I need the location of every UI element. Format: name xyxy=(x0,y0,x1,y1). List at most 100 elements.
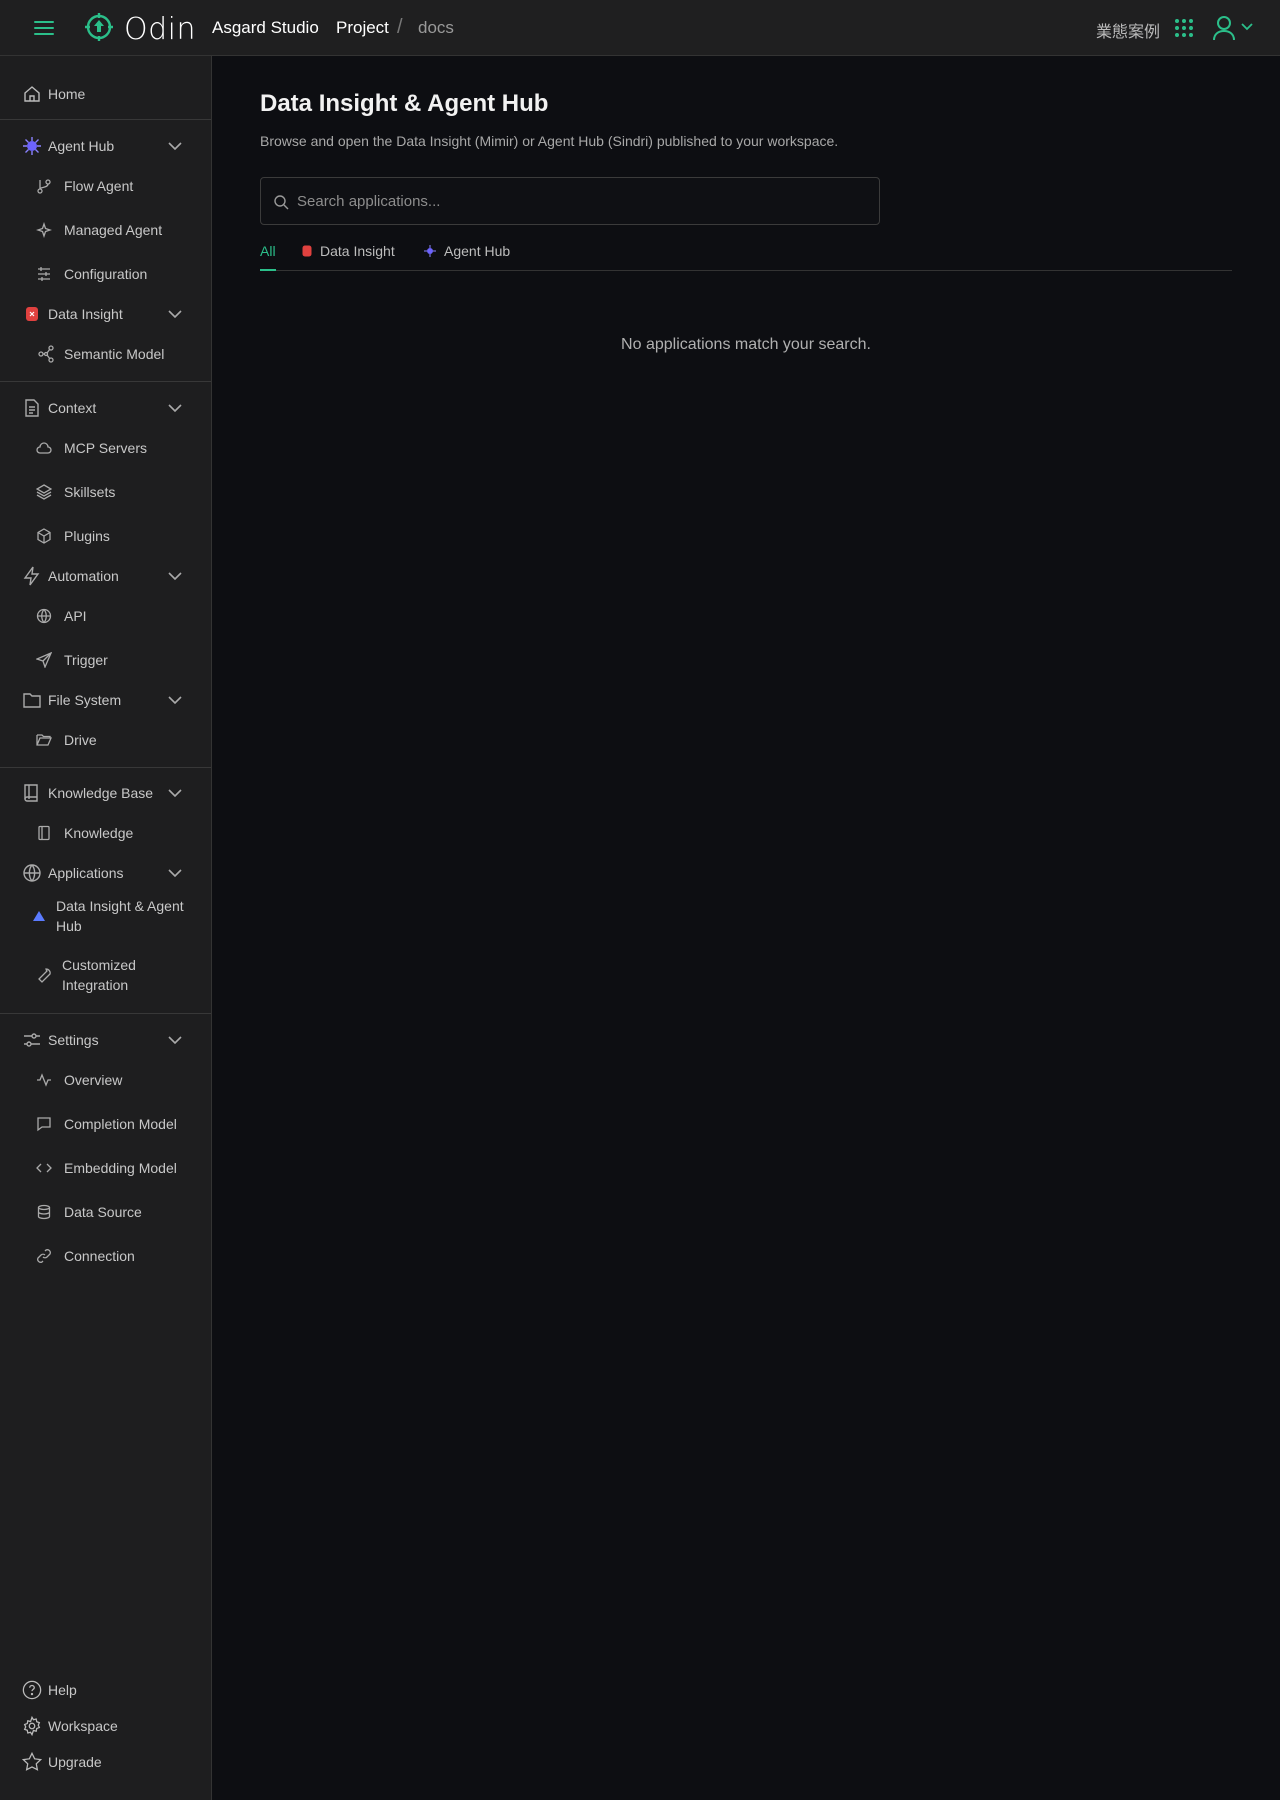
activity-icon xyxy=(36,1072,52,1088)
sidebar-item-managed-agent[interactable]: Managed Agent xyxy=(0,214,211,246)
chevron-down-icon[interactable] xyxy=(167,400,183,416)
sidebar-item-mcp-servers[interactable]: MCP Servers xyxy=(0,432,211,464)
menu-icon[interactable] xyxy=(32,17,56,39)
sidebar-item-help[interactable]: Help xyxy=(0,1676,211,1704)
sidebar-group-context[interactable]: Context xyxy=(0,392,211,424)
wrench-icon xyxy=(36,967,52,983)
sidebar-item-data-insight-agent-hub[interactable]: Data Insight & Agent Hub xyxy=(0,894,211,938)
studio-name[interactable]: Asgard Studio xyxy=(212,18,319,38)
sidebar-group-label: Settings xyxy=(48,1032,99,1048)
sidebar-item-connection[interactable]: Connection xyxy=(0,1240,211,1272)
chevron-down-icon[interactable] xyxy=(167,865,183,881)
breadcrumb-separator: / xyxy=(397,16,403,38)
link-icon xyxy=(36,1248,52,1264)
sidebar-item-label: Embedding Model xyxy=(64,1160,177,1176)
sidebar-group-applications[interactable]: Applications xyxy=(0,857,211,889)
globe-icon xyxy=(36,608,52,624)
sidebar-item-label: Data Source xyxy=(64,1204,142,1220)
sidebar-item-label: Data Insight & Agent Hub xyxy=(56,898,184,934)
sidebar-item-label: Upgrade xyxy=(48,1754,102,1770)
sidebar-item-overview[interactable]: Overview xyxy=(0,1064,211,1096)
sliders-icon xyxy=(36,266,52,282)
sidebar-item-label: Semantic Model xyxy=(64,346,165,362)
sidebar: Home Agent Hub Flow Agent Managed Agent … xyxy=(0,56,212,1800)
sidebar-item-plugins[interactable]: Plugins xyxy=(0,520,211,552)
code-icon xyxy=(36,1160,52,1176)
sidebar-item-workspace[interactable]: Workspace xyxy=(0,1712,211,1740)
folder-open-icon xyxy=(36,732,52,748)
sidebar-group-automation[interactable]: Automation xyxy=(0,560,211,592)
sidebar-item-embedding-model[interactable]: Embedding Model xyxy=(0,1152,211,1184)
cloud-icon xyxy=(36,440,52,456)
notebook-icon xyxy=(36,825,52,841)
case-link[interactable]: 業態案例 xyxy=(1096,18,1160,42)
zap-icon xyxy=(22,566,42,586)
search-box[interactable] xyxy=(260,177,880,225)
top-bar: Odin Asgard Studio Project / docs 業態案例 xyxy=(0,0,1280,56)
sidebar-item-completion-model[interactable]: Completion Model xyxy=(0,1108,211,1140)
sidebar-item-label: Configuration xyxy=(64,266,148,282)
sidebar-item-label: Customized Integration xyxy=(62,957,136,993)
sidebar-divider xyxy=(0,1013,211,1014)
agent-hub-icon xyxy=(22,136,42,156)
chevron-down-icon[interactable] xyxy=(167,785,183,801)
logo[interactable]: Odin xyxy=(84,12,196,47)
file-text-icon xyxy=(22,398,42,418)
chevron-down-icon[interactable] xyxy=(1240,20,1254,34)
sidebar-group-data-insight[interactable]: Data Insight xyxy=(0,298,211,330)
breadcrumb-project[interactable]: Project xyxy=(336,18,389,38)
data-insight-icon xyxy=(22,304,42,324)
sidebar-item-flow-agent[interactable]: Flow Agent xyxy=(0,170,211,202)
sidebar-divider xyxy=(0,381,211,382)
sidebar-item-label: Help xyxy=(48,1682,77,1698)
sidebar-item-label: Connection xyxy=(64,1248,135,1264)
chevron-down-icon[interactable] xyxy=(167,692,183,708)
sidebar-item-upgrade[interactable]: Upgrade xyxy=(0,1748,211,1776)
sidebar-item-configuration[interactable]: Configuration xyxy=(0,258,211,290)
sidebar-item-label: Workspace xyxy=(48,1718,118,1734)
sidebar-group-file-system[interactable]: File System xyxy=(0,684,211,716)
folder-icon xyxy=(22,690,42,710)
gear-icon xyxy=(22,1715,42,1737)
sidebar-item-label: Drive xyxy=(64,732,97,748)
sidebar-item-label: MCP Servers xyxy=(64,440,147,456)
sidebar-item-label: Home xyxy=(48,86,86,102)
tab-all[interactable]: All xyxy=(260,243,276,259)
box-icon xyxy=(36,528,52,544)
sidebar-item-home[interactable]: Home xyxy=(0,84,211,104)
search-input[interactable] xyxy=(297,178,867,224)
logo-text: Odin xyxy=(124,12,197,47)
chevron-down-icon[interactable] xyxy=(167,138,183,154)
sidebar-item-drive[interactable]: Drive xyxy=(0,724,211,756)
search-icon xyxy=(273,194,289,210)
active-tab-indicator xyxy=(260,269,276,271)
star-icon xyxy=(22,1751,42,1772)
chevron-down-icon[interactable] xyxy=(167,306,183,322)
page-subtitle: Browse and open the Data Insight (Mimir)… xyxy=(260,133,839,149)
breadcrumb-current[interactable]: docs xyxy=(418,18,454,38)
tab-agent-hub[interactable]: Agent Hub xyxy=(424,243,510,259)
sidebar-group-knowledge-base[interactable]: Knowledge Base xyxy=(0,777,211,809)
sidebar-item-trigger[interactable]: Trigger xyxy=(0,644,211,676)
globe-icon xyxy=(22,863,42,883)
sidebar-item-customized-integration[interactable]: Customized Integration xyxy=(0,953,211,997)
sidebar-item-semantic-model[interactable]: Semantic Model xyxy=(0,338,211,370)
user-icon[interactable] xyxy=(1212,15,1236,41)
home-icon xyxy=(22,84,42,104)
sidebar-group-settings[interactable]: Settings xyxy=(0,1024,211,1056)
tab-data-insight[interactable]: Data Insight xyxy=(302,243,395,259)
apps-grid-icon[interactable] xyxy=(1174,18,1194,38)
sidebar-group-agent-hub[interactable]: Agent Hub xyxy=(0,130,211,162)
send-icon xyxy=(36,652,52,668)
chevron-down-icon[interactable] xyxy=(167,568,183,584)
database-icon xyxy=(36,1204,52,1220)
sidebar-item-label: Skillsets xyxy=(64,484,116,500)
sidebar-group-label: File System xyxy=(48,692,122,708)
sidebar-item-knowledge[interactable]: Knowledge xyxy=(0,817,211,849)
chevron-down-icon[interactable] xyxy=(167,1032,183,1048)
sidebar-item-data-source[interactable]: Data Source xyxy=(0,1196,211,1228)
sidebar-group-label: Automation xyxy=(48,568,119,584)
sidebar-item-api[interactable]: API xyxy=(0,600,211,632)
page-title: Data Insight & Agent Hub xyxy=(260,90,549,117)
sidebar-item-skillsets[interactable]: Skillsets xyxy=(0,476,211,508)
